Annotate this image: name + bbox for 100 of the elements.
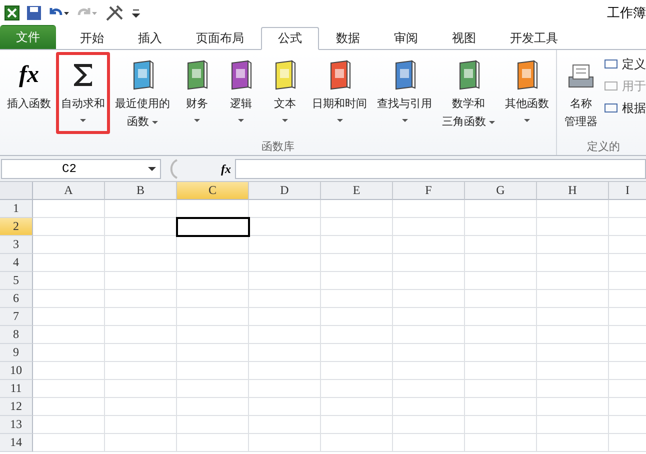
table-cell[interactable] [249, 344, 321, 362]
table-cell[interactable] [537, 362, 609, 380]
ribbon-tab[interactable]: 审阅 [377, 26, 435, 49]
table-cell[interactable] [465, 272, 537, 290]
table-cell[interactable] [393, 416, 465, 434]
table-cell[interactable] [393, 236, 465, 254]
table-cell[interactable] [465, 416, 537, 434]
table-cell[interactable] [249, 416, 321, 434]
table-cell[interactable] [249, 326, 321, 344]
ribbon-tab[interactable]: 文件 [0, 25, 56, 49]
table-cell[interactable] [105, 434, 177, 452]
table-cell[interactable] [105, 344, 177, 362]
ribbon-button[interactable]: 其他函数 [500, 52, 554, 134]
table-cell[interactable] [33, 362, 105, 380]
table-cell[interactable] [249, 380, 321, 398]
column-header[interactable]: C [177, 182, 249, 200]
table-cell[interactable] [105, 200, 177, 218]
column-header[interactable]: F [393, 182, 465, 200]
table-cell[interactable] [177, 236, 249, 254]
table-cell[interactable] [105, 236, 177, 254]
table-cell[interactable] [105, 398, 177, 416]
table-cell[interactable] [393, 380, 465, 398]
column-header[interactable]: D [249, 182, 321, 200]
table-cell[interactable] [465, 200, 537, 218]
row-header[interactable]: 2 [0, 218, 33, 236]
table-cell[interactable] [105, 272, 177, 290]
table-cell[interactable] [321, 308, 393, 326]
table-cell[interactable] [177, 254, 249, 272]
column-header[interactable]: G [465, 182, 537, 200]
table-cell[interactable] [249, 308, 321, 326]
table-cell[interactable] [33, 272, 105, 290]
table-cell[interactable] [537, 236, 609, 254]
ribbon-tab[interactable]: 开发工具 [493, 26, 575, 49]
table-cell[interactable] [33, 380, 105, 398]
table-cell[interactable] [465, 290, 537, 308]
table-cell[interactable] [321, 362, 393, 380]
table-cell[interactable] [177, 344, 249, 362]
table-cell[interactable] [33, 290, 105, 308]
table-cell[interactable] [177, 326, 249, 344]
row-header[interactable]: 8 [0, 326, 33, 344]
table-cell[interactable] [465, 236, 537, 254]
ribbon-tab[interactable]: 公式 [261, 27, 319, 50]
table-cell[interactable] [393, 308, 465, 326]
table-cell[interactable] [537, 218, 609, 236]
table-cell[interactable] [537, 290, 609, 308]
formula-input[interactable] [235, 159, 646, 179]
table-cell[interactable] [105, 308, 177, 326]
table-cell[interactable] [249, 272, 321, 290]
table-cell[interactable] [393, 272, 465, 290]
ribbon-button[interactable]: 财务 [175, 52, 219, 134]
table-cell[interactable] [105, 290, 177, 308]
row-header[interactable]: 10 [0, 362, 33, 380]
table-cell[interactable] [465, 254, 537, 272]
column-header[interactable]: A [33, 182, 105, 200]
column-header[interactable]: E [321, 182, 393, 200]
row-header[interactable]: 7 [0, 308, 33, 326]
ribbon-button[interactable]: 文本 [263, 52, 307, 134]
table-cell[interactable] [393, 326, 465, 344]
table-cell[interactable] [393, 290, 465, 308]
table-cell[interactable] [33, 218, 105, 236]
table-cell[interactable] [537, 308, 609, 326]
ribbon-tab[interactable]: 开始 [63, 26, 121, 49]
table-cell[interactable] [321, 290, 393, 308]
table-cell[interactable] [465, 326, 537, 344]
row-header[interactable]: 14 [0, 434, 33, 452]
ribbon-button[interactable]: 日期和时间 [307, 52, 372, 134]
table-cell[interactable] [465, 308, 537, 326]
column-header[interactable]: I [609, 182, 646, 200]
table-cell[interactable] [177, 218, 249, 236]
table-cell[interactable] [249, 290, 321, 308]
table-cell[interactable] [537, 326, 609, 344]
table-cell[interactable] [249, 200, 321, 218]
table-cell[interactable] [393, 344, 465, 362]
ribbon-button[interactable]: 数学和 三角函数 [437, 52, 500, 134]
table-cell[interactable] [177, 362, 249, 380]
table-cell[interactable] [33, 308, 105, 326]
table-cell[interactable] [249, 236, 321, 254]
table-cell[interactable] [33, 416, 105, 434]
table-cell[interactable] [105, 380, 177, 398]
column-header[interactable]: B [105, 182, 177, 200]
row-header[interactable]: 5 [0, 272, 33, 290]
table-cell[interactable] [177, 416, 249, 434]
ribbon-tab[interactable]: 视图 [435, 26, 493, 49]
row-header[interactable]: 1 [0, 200, 33, 218]
table-cell[interactable] [177, 290, 249, 308]
table-cell[interactable] [249, 398, 321, 416]
row-header[interactable]: 4 [0, 254, 33, 272]
table-cell[interactable] [465, 380, 537, 398]
table-cell[interactable] [105, 254, 177, 272]
table-cell[interactable] [177, 434, 249, 452]
ribbon-button[interactable]: 自动求和 [56, 52, 110, 134]
table-cell[interactable] [321, 344, 393, 362]
table-cell[interactable] [249, 218, 321, 236]
table-cell[interactable] [465, 362, 537, 380]
table-cell[interactable] [33, 398, 105, 416]
table-cell[interactable] [393, 362, 465, 380]
ribbon-button[interactable]: 最近使用的 函数 [110, 52, 175, 134]
table-cell[interactable] [321, 380, 393, 398]
ribbon-button[interactable]: 名称 管理器 [559, 52, 603, 134]
table-cell[interactable] [177, 308, 249, 326]
